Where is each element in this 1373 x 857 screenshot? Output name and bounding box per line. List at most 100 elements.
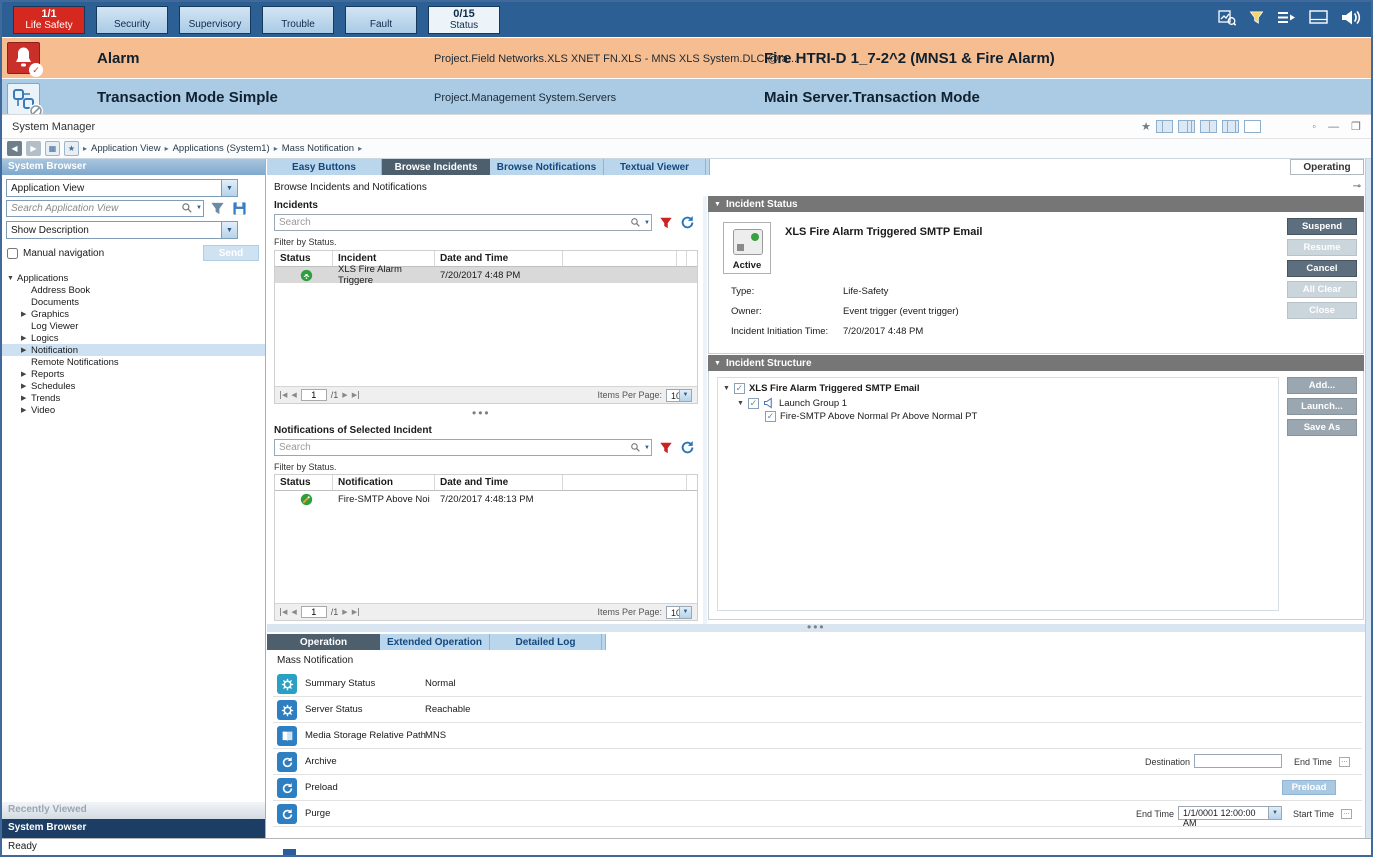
structure-checkbox[interactable]: ✓ (765, 411, 776, 422)
tree-arrow-icon[interactable]: ▶ (21, 370, 31, 378)
column-header-datetime[interactable]: Date and Time (435, 475, 563, 490)
tree-arrow-icon[interactable]: ▼ (737, 400, 744, 407)
op-row-purge[interactable]: Purge End Time 1/1/0001 12:00:00 AM ▼ St… (273, 801, 1362, 827)
status-button[interactable]: 0/15 Status (428, 6, 500, 34)
transaction-banner[interactable]: Transaction Mode Simple Project.Manageme… (2, 78, 1371, 114)
layout-preset-icon[interactable] (1178, 120, 1195, 133)
structure-checkbox[interactable]: ✓ (734, 383, 745, 394)
purge-end-time-select[interactable]: 1/1/0001 12:00:00 AM ▼ (1178, 806, 1282, 820)
chevron-down-icon[interactable]: ▼ (221, 180, 237, 196)
tab-detailed-log[interactable]: Detailed Log (490, 634, 602, 650)
breadcrumb-item-mass-notification[interactable]: Mass Notification (282, 143, 354, 154)
structure-leaf-row[interactable]: ✓ Fire-SMTP Above Normal Pr Above Normal… (765, 411, 977, 422)
collapse-icon[interactable]: ▼ (714, 360, 721, 367)
tree-item-video[interactable]: ▶Video (2, 404, 265, 416)
incidents-search-input[interactable] (274, 214, 652, 231)
chevron-down-icon[interactable]: ▼ (196, 205, 202, 211)
column-header-status[interactable]: Status (275, 475, 333, 490)
breadcrumb-item-application-view[interactable]: Application View (91, 143, 161, 154)
first-page-button[interactable]: ◀ (280, 608, 287, 616)
tree-arrow-icon[interactable]: ▶ (21, 382, 31, 390)
filter-icon[interactable] (210, 201, 225, 216)
add-button[interactable]: Add... (1287, 377, 1357, 394)
manual-navigation-checkbox[interactable] (7, 248, 18, 259)
layout-preset-icon[interactable] (1222, 120, 1239, 133)
last-page-button[interactable]: ▶ (352, 608, 359, 616)
tab-textual-viewer[interactable]: Textual Viewer (604, 159, 706, 175)
start-time-picker-button[interactable]: … (1341, 809, 1352, 819)
op-row-server-status[interactable]: Server Status Reachable (273, 697, 1362, 723)
favorites-star-icon[interactable]: ★ (1141, 120, 1151, 133)
security-button[interactable]: Security (96, 6, 168, 34)
tab-browse-incidents[interactable]: Browse Incidents (382, 159, 490, 175)
vertical-splitter[interactable] (703, 196, 707, 632)
items-per-page-select[interactable]: 10 ▼ (666, 606, 692, 619)
chevron-down-icon[interactable]: ▼ (221, 222, 237, 238)
launch-button[interactable]: Launch... (1287, 398, 1357, 415)
favorites-button[interactable]: ★ (64, 141, 79, 156)
tab-operating[interactable]: Operating (1290, 159, 1364, 175)
last-page-button[interactable]: ▶ (352, 391, 359, 399)
fault-button[interactable]: Fault (345, 6, 417, 34)
incident-row[interactable]: XLS Fire Alarm Triggere 7/20/2017 4:48 P… (275, 267, 697, 283)
preload-button[interactable]: Preload (1282, 780, 1336, 795)
op-row-preload[interactable]: Preload Preload (273, 775, 1362, 801)
previous-page-button[interactable]: ◀ (291, 391, 296, 399)
event-report-icon[interactable] (1218, 10, 1236, 26)
event-list-icon[interactable] (1277, 10, 1296, 25)
structure-checkbox[interactable]: ✓ (748, 398, 759, 409)
structure-root-row[interactable]: ▼ ✓ XLS Fire Alarm Triggered SMTP Email (723, 383, 919, 394)
notification-row[interactable]: Fire-SMTP Above Noi 7/20/2017 4:48:13 PM (275, 491, 697, 507)
tree-arrow-icon[interactable]: ▼ (723, 385, 730, 392)
minimize-icon[interactable]: — (1328, 121, 1339, 133)
column-header-datetime[interactable]: Date and Time (435, 251, 563, 266)
page-number-input[interactable] (301, 389, 327, 401)
tree-item-documents[interactable]: Documents (2, 296, 265, 308)
chevron-down-icon[interactable]: ▼ (644, 445, 650, 451)
incident-status-header[interactable]: ▼ Incident Status (708, 196, 1364, 212)
tab-operation[interactable]: Operation (267, 634, 380, 650)
tree-item-log-viewer[interactable]: Log Viewer (2, 320, 265, 332)
description-selector[interactable]: Show Description ▼ (6, 221, 238, 239)
notifications-search-input[interactable] (274, 439, 652, 456)
column-header-status[interactable]: Status (275, 251, 333, 266)
incident-structure-header[interactable]: ▼ Incident Structure (708, 355, 1364, 371)
breadcrumb-item-applications[interactable]: Applications (System1) (173, 143, 270, 154)
op-row-media-storage[interactable]: Media Storage Relative Path MNS (273, 723, 1362, 749)
view-selector[interactable]: Application View ▼ (6, 179, 238, 197)
pane-splitter-handle[interactable]: ••• (472, 406, 491, 420)
incidents-refresh-icon[interactable] (680, 215, 695, 230)
save-icon[interactable] (232, 201, 247, 216)
chevron-down-icon[interactable]: ▼ (1268, 807, 1281, 819)
tree-item-reports[interactable]: ▶Reports (2, 368, 265, 380)
op-row-archive[interactable]: Archive Destination End Time … (273, 749, 1362, 775)
collapse-icon[interactable]: ▼ (714, 201, 721, 208)
system-browser-tab[interactable]: System Browser (2, 819, 265, 838)
tab-easy-buttons[interactable]: Easy Buttons (267, 159, 382, 175)
layout-preset-icon[interactable] (1200, 120, 1217, 133)
tree-item-trends[interactable]: ▶Trends (2, 392, 265, 404)
gallery-button[interactable]: ▦ (45, 141, 60, 156)
life-safety-button[interactable]: 1/1 Life Safety (13, 6, 85, 34)
items-per-page-select[interactable]: 10 ▼ (666, 389, 692, 402)
chevron-down-icon[interactable]: ▼ (644, 220, 650, 226)
previous-page-button[interactable]: ◀ (291, 608, 296, 616)
horizontal-splitter[interactable]: ••• (267, 624, 1365, 632)
pin-window-icon[interactable]: ◦ (1312, 121, 1316, 133)
alarm-banner[interactable]: ✓ Alarm Project.Field Networks.XLS XNET … (2, 37, 1371, 78)
suspend-button[interactable]: Suspend (1287, 218, 1357, 235)
op-row-summary-status[interactable]: Summary Status Normal (273, 671, 1362, 697)
layout-preset-icon[interactable] (1156, 120, 1173, 133)
tree-arrow-icon[interactable]: ▶ (21, 406, 31, 414)
cancel-button[interactable]: Cancel (1287, 260, 1357, 277)
supervisory-button[interactable]: Supervisory (179, 6, 251, 34)
pin-icon[interactable]: ⊸ (1353, 181, 1361, 192)
splitter-handle[interactable]: ••• (807, 620, 826, 634)
tree-item-notification[interactable]: ▶Notification (2, 344, 265, 356)
sidebar-search-input[interactable] (6, 200, 204, 217)
page-number-input[interactable] (301, 606, 327, 618)
tree-arrow-icon[interactable]: ▶ (21, 334, 31, 342)
save-as-button[interactable]: Save As (1287, 419, 1357, 436)
recently-viewed-bar[interactable]: Recently Viewed (2, 802, 265, 819)
next-page-button[interactable]: ▶ (342, 608, 347, 616)
